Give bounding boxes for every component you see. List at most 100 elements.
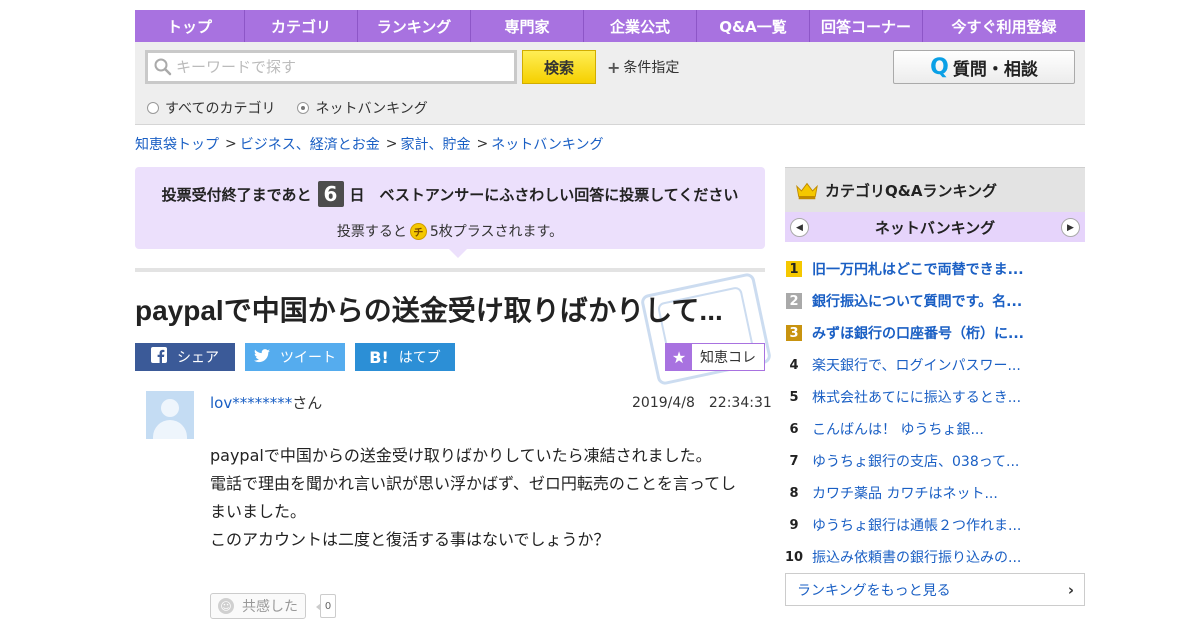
next-category-arrow-icon[interactable]: ▶ [1061,218,1080,237]
scope-category-radio[interactable]: ネットバンキング [297,98,428,118]
ranking-link[interactable]: みずほ銀行の口座番号（桁）に... [812,323,1024,343]
smiley-icon: ☺ [218,598,234,614]
avatar[interactable] [146,391,194,439]
ranking-item: 10 振込み依頼書の銀行振り込みの... [785,541,1085,573]
ranking-item: 7 ゆうちょ銀行の支店、038って... [785,445,1085,477]
empathy-button[interactable]: ☺ 共感した [210,593,306,619]
question-date: 2019/4/8 22:34:31 [632,395,772,411]
ranking-link[interactable]: 銀行振込について質問です。名... [812,291,1022,311]
ranking-link[interactable]: カワチ薬品 カワチはネット... [812,483,998,503]
vote-deadline-prefix: 投票受付終了まであと [161,185,312,204]
rank-number: 5 [789,389,799,405]
search-button[interactable]: 検索 [522,50,596,84]
coin-icon: チ [409,222,427,240]
ranking-link[interactable]: 株式会社あてにに振込するとき... [812,387,1021,407]
ranking-header: カテゴリQ&Aランキング [785,167,1085,212]
ranking-link[interactable]: 振込み依頼書の銀行振り込みの... [812,547,1021,567]
rank-number: 6 [789,421,799,437]
nav-register[interactable]: 今すぐ利用登録 [923,10,1085,42]
ranking-link[interactable]: ゆうちょ銀行の支店、038って... [812,451,1019,471]
twitter-share-button[interactable]: ツイート [245,343,345,371]
plus-icon: + [607,57,621,77]
scope-all-label: すべてのカテゴリ [165,101,276,117]
nav-top[interactable]: トップ [135,10,245,42]
rank-number: 8 [789,485,799,501]
nav-experts[interactable]: 専門家 [471,10,584,42]
ranking-link[interactable]: ゆうちょ銀行は通帳２つ作れま... [812,515,1021,535]
ranking-link[interactable]: 旧一万円札はどこで両替できま... [812,259,1024,279]
nav-answer-corner[interactable]: 回答コーナー [810,10,923,42]
rank-number: 7 [789,453,799,469]
global-nav: トップ カテゴリ ランキング 専門家 企業公式 Q&A一覧 回答コーナー 今すぐ… [135,10,1085,42]
ranking-item: 9 ゆうちょ銀行は通帳２つ作れま... [785,509,1085,541]
prev-category-arrow-icon[interactable]: ◀ [790,218,809,237]
questioner: lov********さん [210,392,322,413]
divider [135,268,765,272]
breadcrumb-link[interactable]: ネットバンキング [491,134,603,154]
question-body-line: 電話で理由を聞かれ言い訳が思い浮かばず、ゼロ円転売のことを言ってしまいました。 [210,474,737,521]
ranking-list: 1 旧一万円札はどこで両替できま... 2 銀行振込について質問です。名... … [785,253,1085,573]
avatar-body [153,420,187,439]
nav-official[interactable]: 企業公式 [584,10,697,42]
facebook-icon [151,347,167,367]
twitter-share-label: ツイート [280,350,336,366]
rank-number: 10 [784,549,804,565]
hatena-bookmark-button[interactable]: B! はてブ [355,343,455,371]
vote-deadline: 投票受付終了まであと 6 日 ベストアンサーにふさわしい回答に投票してください [135,181,765,207]
scope-all-radio[interactable]: すべてのカテゴリ [147,98,275,118]
vote-reward-prefix: 投票すると [336,224,407,240]
ranking-title: カテゴリQ&Aランキング [825,181,997,200]
vote-notice: 投票受付終了まであと 6 日 ベストアンサーにふさわしい回答に投票してください … [135,167,765,258]
breadcrumb-separator: > [385,136,398,152]
search-icon [154,58,172,76]
question-body-line: このアカウントは二度と復活する事はないでしょうか？ [210,530,610,549]
search-input[interactable] [176,58,506,76]
ask-question-label: 質問・相談 [952,59,1038,80]
ranking-link[interactable]: 楽天銀行で、ログインパスワー... [812,355,1021,375]
ask-question-button[interactable]: Q 質問・相談 [893,50,1075,84]
nav-ranking[interactable]: ランキング [358,10,471,42]
ranking-item: 8 カワチ薬品 カワチはネット... [785,477,1085,509]
breadcrumb-link[interactable]: ビジネス、経済とお金 [240,134,380,154]
radio-button-checked[interactable] [297,102,310,114]
vote-reward-suffix: 5枚プラスされます。 [429,224,564,240]
chiekore-button[interactable]: ★ 知恵コレ [665,343,765,371]
q-logo-icon: Q [930,54,949,80]
avatar-head [161,399,179,417]
vote-deadline-suffix: 日 ベストアンサーにふさわしい回答に投票してください [349,185,739,204]
questioner-name-link[interactable]: lov******** [210,394,292,412]
empathy-label: 共感した [242,599,298,615]
nav-category[interactable]: カテゴリ [245,10,358,42]
hatena-icon: B! [369,347,389,367]
rank-number: 9 [789,517,799,533]
question-body-line: paypalで中国からの送金受け取りばかりしていたら凍結されました。 [210,446,712,465]
search-area: 検索 + 条件指定 すべてのカテゴリ ネットバンキング Q 質問・相談 [135,42,1085,125]
ranking-item: 1 旧一万円札はどこで両替できま... [785,253,1085,285]
scope-category-label: ネットバンキング [315,101,428,117]
breadcrumb-separator: > [476,136,489,152]
chevron-right-icon: › [1067,581,1074,599]
breadcrumb-link[interactable]: 知恵袋トップ [135,134,219,154]
ranking-link[interactable]: こんばんは！ ゆうちょ銀... [812,419,984,439]
facebook-share-button[interactable]: シェア [135,343,235,371]
nav-qa-list[interactable]: Q&A一覧 [697,10,810,42]
ranking-item: 4 楽天銀行で、ログインパスワー... [785,349,1085,381]
share-buttons: シェア ツイート B! はてブ [135,343,465,371]
search-scope: すべてのカテゴリ ネットバンキング [147,98,450,118]
rank-number: 4 [789,357,799,373]
vote-reward: 投票すると チ 5枚プラスされます。 [135,221,765,241]
breadcrumb-separator: > [225,136,237,152]
ranking-item: 5 株式会社あてにに振込するとき... [785,381,1085,413]
rank-number: 2 [786,293,802,309]
ranking-item: 6 こんばんは！ ゆうちょ銀... [785,413,1085,445]
more-ranking-link[interactable]: ランキングをもっと見る › [785,573,1085,606]
breadcrumb-link[interactable]: 家計、貯金 [400,134,470,154]
twitter-icon [254,348,270,367]
star-icon: ★ [666,344,692,370]
rank-number: 3 [786,325,802,341]
ranking-category: ネットバンキング [874,218,996,237]
honorific: さん [292,394,323,412]
radio-button[interactable] [147,102,159,114]
ranking-item: 3 みずほ銀行の口座番号（桁）に... [785,317,1085,349]
conditions-link[interactable]: + 条件指定 [607,57,679,77]
